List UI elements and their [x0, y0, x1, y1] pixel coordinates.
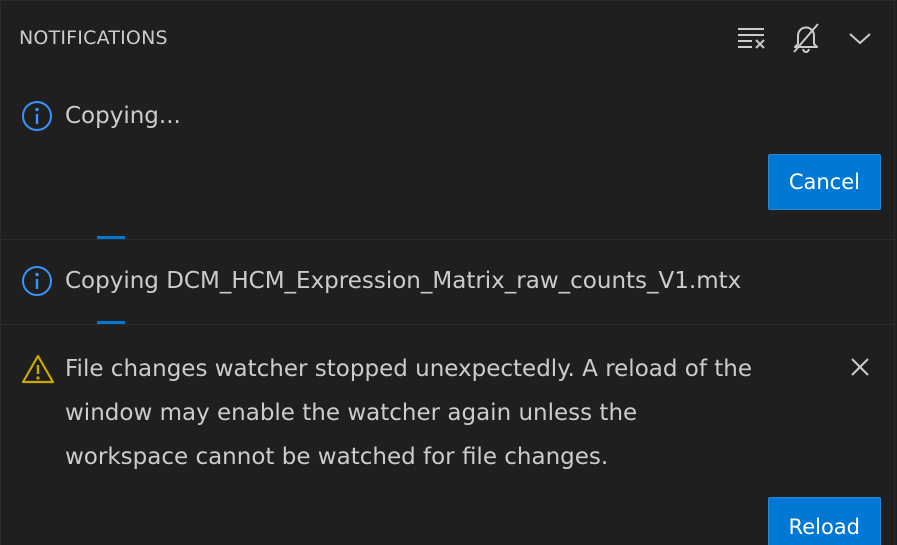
hide-notifications-button[interactable]	[844, 21, 876, 55]
notification-buttons: Cancel	[1, 154, 894, 218]
notifications-title: NOTIFICATIONS	[19, 27, 168, 49]
notification-item: Copying... Cancel	[1, 77, 894, 239]
chevron-down-icon	[849, 33, 871, 45]
reload-button[interactable]: Reload	[767, 497, 881, 545]
notification-content: Copying...	[1, 77, 894, 138]
close-icon	[851, 358, 869, 376]
notification-item: Copying DCM_HCM_Expression_Matrix_raw_co…	[1, 239, 894, 324]
cancel-button[interactable]: Cancel	[767, 154, 881, 210]
info-icon	[21, 259, 55, 303]
notification-content: File changes watcher stopped unexpectedl…	[1, 325, 894, 479]
header-actions	[736, 21, 876, 55]
do-not-disturb-button[interactable]	[790, 21, 822, 55]
notification-message: Copying DCM_HCM_Expression_Matrix_raw_co…	[65, 268, 742, 294]
clear-all-icon	[738, 28, 765, 49]
notification-buttons: Reload	[1, 497, 894, 545]
notification-message: Copying...	[65, 103, 181, 129]
clear-all-button[interactable]	[736, 21, 768, 55]
notification-item: File changes watcher stopped unexpectedl…	[1, 324, 894, 545]
info-icon	[21, 94, 55, 138]
notifications-center: NOTIFICATIONS Copying... Cancel Copying …	[0, 0, 895, 545]
close-notification-button[interactable]	[846, 353, 874, 381]
notification-content: Copying DCM_HCM_Expression_Matrix_raw_co…	[1, 240, 894, 303]
warning-icon	[21, 347, 55, 391]
notification-message: File changes watcher stopped unexpectedl…	[65, 356, 752, 470]
bell-slash-icon	[793, 23, 819, 54]
notifications-header: NOTIFICATIONS	[1, 1, 894, 77]
